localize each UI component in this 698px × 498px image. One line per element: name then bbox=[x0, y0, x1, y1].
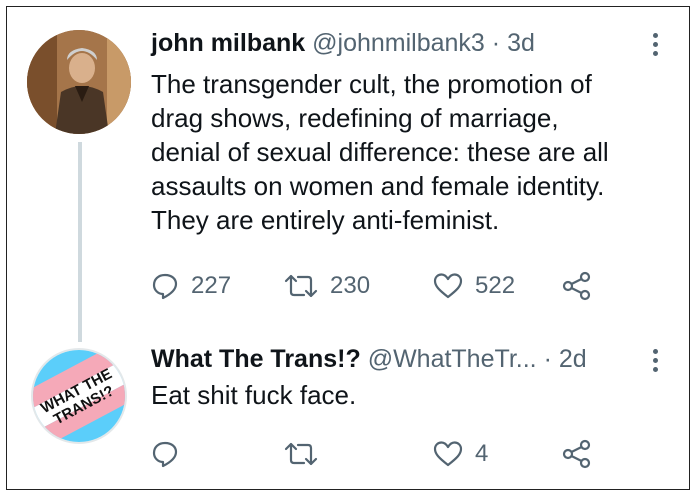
display-name[interactable]: What The Trans!? bbox=[151, 345, 361, 373]
tweet-thread: john milbank @johnmilbank3 · 3d The tran… bbox=[6, 6, 690, 490]
reply-count: 227 bbox=[191, 272, 232, 299]
like-button[interactable]: 4 bbox=[433, 437, 488, 471]
avatar[interactable] bbox=[27, 30, 131, 134]
retweet-button[interactable] bbox=[284, 437, 330, 471]
retweet-count: 230 bbox=[330, 272, 371, 299]
timestamp[interactable]: · 3d bbox=[492, 29, 535, 57]
share-icon bbox=[562, 439, 591, 469]
like-count: 4 bbox=[475, 440, 489, 467]
like-button[interactable]: 522 bbox=[433, 269, 515, 303]
timestamp[interactable]: · 2d bbox=[544, 345, 587, 373]
like-icon bbox=[433, 273, 463, 299]
more-icon[interactable] bbox=[653, 33, 659, 60]
tweet-text-line: They are entirely anti-feminist. bbox=[151, 205, 500, 235]
tweet-text-line: denial of sexual difference: these are a… bbox=[151, 137, 609, 167]
share-button[interactable] bbox=[562, 437, 592, 471]
reply-icon bbox=[152, 273, 178, 300]
like-icon bbox=[433, 441, 463, 467]
tweet-text: Eat shit fuck face. bbox=[151, 378, 356, 412]
retweet-button[interactable]: 230 bbox=[284, 269, 370, 303]
share-button[interactable] bbox=[562, 269, 592, 303]
tweet-text-line: The transgender cult, the promotion of bbox=[151, 69, 592, 99]
display-name[interactable]: john milbank bbox=[151, 29, 305, 57]
reply-icon bbox=[152, 441, 178, 468]
handle[interactable]: @WhatTheTr... bbox=[368, 345, 537, 373]
tweet-header: What The Trans!? @WhatTheTr... · 2d bbox=[151, 344, 587, 374]
tweet-text-line: drag shows, redefining of marriage, bbox=[151, 103, 559, 133]
reply-button[interactable] bbox=[151, 437, 191, 471]
thread-line bbox=[78, 142, 82, 342]
tweet-text-line: Eat shit fuck face. bbox=[151, 380, 357, 410]
handle[interactable]: @johnmilbank3 bbox=[312, 29, 485, 57]
reply-button[interactable]: 227 bbox=[151, 269, 231, 303]
share-icon bbox=[562, 271, 591, 301]
tweet-header: john milbank @johnmilbank3 · 3d bbox=[151, 28, 535, 58]
like-count: 522 bbox=[475, 272, 516, 299]
tweet-text-line: assaults on women and female identity. bbox=[151, 171, 605, 201]
more-icon[interactable] bbox=[653, 349, 659, 376]
tweet-text: The transgender cult, the promotion of d… bbox=[151, 67, 609, 237]
avatar[interactable]: WHAT THE TRANS!? bbox=[31, 348, 127, 444]
retweet-icon bbox=[284, 442, 318, 466]
retweet-icon bbox=[284, 274, 318, 298]
